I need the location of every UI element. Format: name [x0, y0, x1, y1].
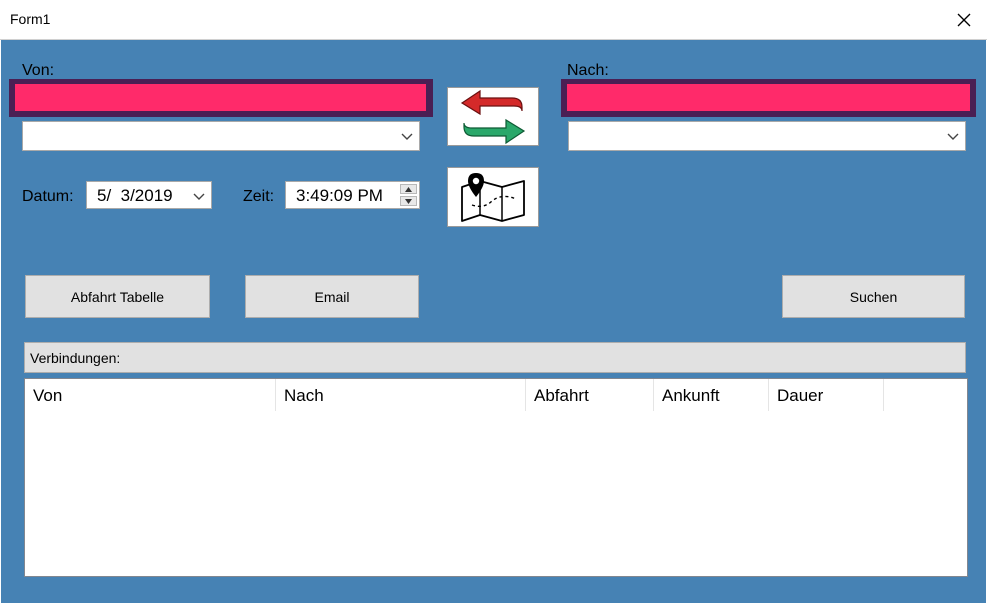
verbindungen-list[interactable]: Von Nach Abfahrt Ankunft Dauer	[24, 378, 968, 577]
triangle-up-icon	[405, 186, 412, 192]
verbindungen-header: Verbindungen:	[24, 342, 966, 373]
datum-picker[interactable]: 5/ 3/2019	[86, 181, 212, 209]
close-icon	[957, 13, 971, 26]
spin-up-button[interactable]	[400, 184, 417, 194]
nach-label: Nach:	[567, 62, 609, 79]
window: Form1 Von: Nach: Datum: 5/ 3/2019 Zeit: …	[0, 0, 987, 604]
column-header-ankunft[interactable]: Ankunft	[654, 379, 769, 411]
list-header: Von Nach Abfahrt Ankunft Dauer	[25, 379, 884, 411]
column-header-von[interactable]: Von	[25, 379, 276, 411]
zeit-value: 3:49:09 PM	[296, 186, 383, 205]
datum-value: 5/ 3/2019	[97, 186, 173, 205]
title-bar: Form1	[0, 0, 987, 40]
triangle-down-icon	[405, 198, 412, 204]
datum-label: Datum:	[22, 188, 74, 205]
window-title: Form1	[10, 11, 51, 27]
nach-combobox[interactable]	[568, 121, 966, 151]
chevron-down-icon	[401, 133, 413, 140]
map-button[interactable]	[447, 167, 539, 227]
von-input[interactable]	[15, 84, 426, 111]
spin-down-button[interactable]	[400, 196, 417, 206]
suchen-button[interactable]: Suchen	[782, 275, 965, 318]
email-button[interactable]: Email	[245, 275, 419, 318]
zeit-picker[interactable]: 3:49:09 PM	[285, 181, 420, 209]
zeit-label: Zeit:	[243, 188, 275, 205]
column-header-dauer[interactable]: Dauer	[769, 379, 884, 411]
chevron-down-icon	[193, 193, 205, 200]
map-pin-icon	[461, 173, 525, 222]
nach-input[interactable]	[567, 84, 970, 111]
form-client-area: Von: Nach: Datum: 5/ 3/2019 Zeit: 3:49:0…	[1, 40, 986, 603]
verbindungen-label: Verbindungen:	[30, 350, 121, 366]
von-input-frame	[9, 79, 433, 117]
column-header-nach[interactable]: Nach	[276, 379, 526, 411]
von-combobox[interactable]	[22, 121, 420, 151]
abfahrt-tabelle-button[interactable]: Abfahrt Tabelle	[25, 275, 210, 318]
von-label: Von:	[22, 62, 55, 79]
swap-button[interactable]	[447, 87, 539, 146]
zeit-spinner	[400, 184, 417, 206]
close-button[interactable]	[941, 0, 987, 39]
nach-input-frame	[561, 79, 976, 117]
chevron-down-icon	[947, 133, 959, 140]
swap-arrows-icon	[460, 89, 526, 144]
column-header-abfahrt[interactable]: Abfahrt	[526, 379, 654, 411]
